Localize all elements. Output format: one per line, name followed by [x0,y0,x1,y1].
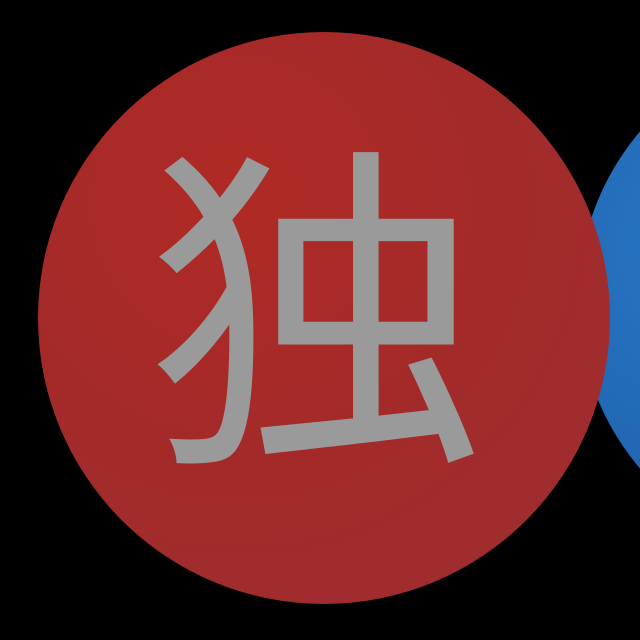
red-circle-badge[interactable]: 独 [38,32,610,604]
icon-strip: 独 [0,0,640,640]
badge-character: 独 [146,122,486,518]
